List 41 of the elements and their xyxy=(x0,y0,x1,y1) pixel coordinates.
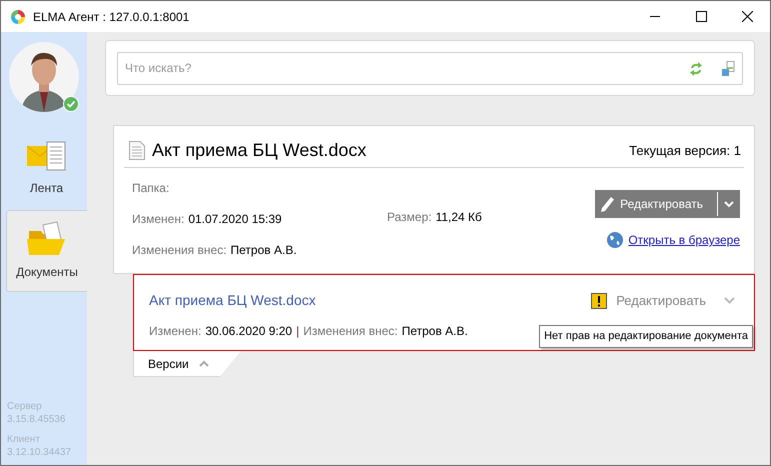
chevron-up-icon xyxy=(198,360,209,367)
nav-item[interactable]: Лента xyxy=(6,128,87,210)
close-icon xyxy=(742,11,752,22)
pencil-icon xyxy=(601,196,614,212)
modified-date: 30.06.2020 9:20 xyxy=(205,323,292,340)
maximize-icon xyxy=(696,11,706,22)
edit-button[interactable]: Редактировать xyxy=(595,190,717,218)
author-label: Изменения внес: xyxy=(303,323,398,340)
chevron-down-icon xyxy=(724,297,735,304)
open-in-browser-link[interactable]: Открыть в браузере xyxy=(628,231,740,249)
window-title: ELMA Агент : 127.0.0.1:8001 xyxy=(33,8,190,26)
envelope-document-icon xyxy=(26,141,66,173)
document-transfer-icon[interactable] xyxy=(722,60,735,76)
search-field[interactable]: Что искать? xyxy=(117,52,743,84)
nav-item[interactable]: Документы xyxy=(6,210,87,292)
minimize-icon xyxy=(650,16,660,18)
size-label: Размер: xyxy=(387,209,432,226)
version-label: Клиент xyxy=(7,433,41,446)
versions-tab[interactable]: Версии xyxy=(133,351,241,377)
separator: | xyxy=(296,323,300,340)
globe-icon xyxy=(607,232,624,248)
chevron-down-icon xyxy=(724,200,734,208)
document-title: Акт приема БЦ West.docx xyxy=(152,139,366,162)
version-label: Сервер xyxy=(7,400,43,413)
size-value: 11,24 Кб xyxy=(436,209,482,226)
version-number: 3.12.10.34437 xyxy=(7,446,72,459)
author-name: Петров А.В. xyxy=(402,323,468,340)
modified-label: Изменен: xyxy=(132,211,184,228)
app-logo-icon xyxy=(10,8,26,24)
warning-icon xyxy=(591,292,608,308)
author-label: Изменения внес: xyxy=(132,242,227,259)
folder-label: Папка: xyxy=(132,180,170,197)
refresh-icon[interactable] xyxy=(689,62,703,76)
author-name: Петров А.В. xyxy=(230,242,297,259)
document-icon xyxy=(129,141,145,160)
modified-label: Изменен: xyxy=(149,323,202,340)
tooltip: Нет прав на редактирование документа xyxy=(539,325,753,348)
modified-date: 01.07.2020 15:39 xyxy=(188,211,282,228)
version-number: 3.15.8.45536 xyxy=(7,413,66,426)
current-version: Текущая версия: 1 xyxy=(629,142,741,160)
folder-icon xyxy=(27,221,67,257)
